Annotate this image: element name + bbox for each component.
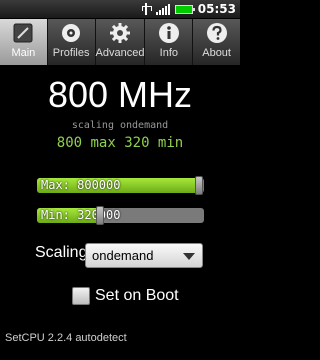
frequency-range: 800 max 320 min	[56, 135, 184, 151]
main-icon	[12, 22, 34, 44]
set-on-boot-label: Set on Boot	[95, 287, 179, 304]
help-icon	[206, 22, 228, 44]
set-on-boot-checkbox[interactable]	[72, 287, 90, 305]
max-slider-label: Max: 800000	[41, 178, 121, 192]
status-bar: 05:53	[0, 0, 240, 19]
tab-bar: Main Profiles Advanced Info About	[0, 19, 240, 65]
version-footer: SetCPU 2.2.4 autodetect	[5, 332, 127, 344]
signal-icon	[155, 3, 170, 15]
governor-status: scaling ondemand	[71, 120, 169, 131]
scaling-dropdown[interactable]: ondemand	[85, 243, 203, 268]
tab-advanced[interactable]: Advanced	[95, 19, 146, 65]
tab-profiles-label: Profiles	[52, 47, 90, 59]
profiles-icon	[60, 22, 82, 44]
set-on-boot-row[interactable]: Set on Boot	[72, 286, 179, 306]
battery-icon	[174, 4, 195, 14]
scaling-value: ondemand	[92, 248, 154, 263]
min-slider-thumb[interactable]	[96, 206, 105, 225]
tab-main-label: Main	[11, 47, 36, 59]
tab-main[interactable]: Main	[0, 19, 48, 65]
tab-info[interactable]: Info	[145, 19, 194, 65]
tab-profiles[interactable]: Profiles	[47, 19, 96, 65]
max-frequency-slider[interactable]: Max: 800000	[37, 176, 204, 195]
max-slider-thumb[interactable]	[194, 176, 203, 195]
scaling-label: Scaling	[35, 244, 88, 261]
tab-advanced-label: Advanced	[95, 47, 145, 59]
dropdown-arrow-icon	[183, 253, 195, 260]
gear-icon	[109, 22, 131, 44]
tab-info-label: Info	[159, 47, 179, 59]
min-slider-label: Min: 320000	[41, 208, 121, 222]
status-time: 05:53	[197, 2, 236, 16]
min-frequency-slider[interactable]: Min: 320000	[37, 206, 204, 225]
tab-about-label: About	[202, 47, 231, 59]
status-icons: 05:53	[141, 1, 236, 17]
usb-icon	[141, 3, 152, 15]
current-frequency: 800 MHz	[47, 74, 193, 115]
info-icon	[158, 22, 180, 44]
tab-about[interactable]: About	[193, 19, 240, 65]
